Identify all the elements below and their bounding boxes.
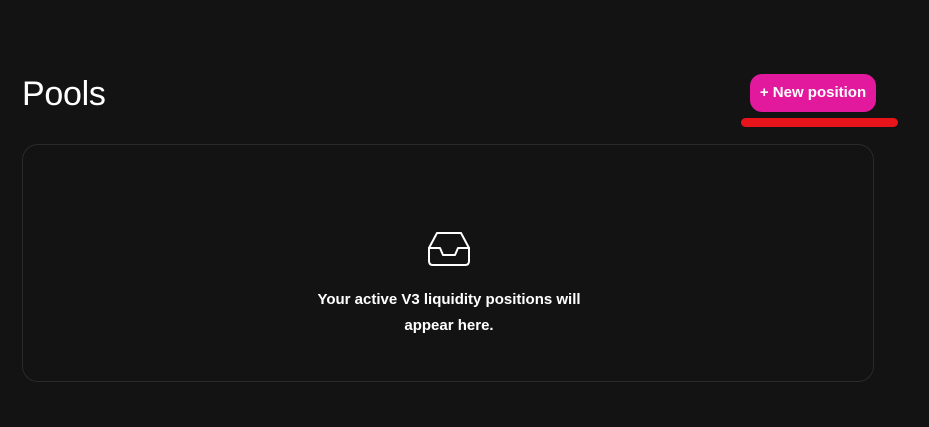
empty-positions-message: Your active V3 liquidity positions will … bbox=[317, 291, 581, 334]
pools-page: Pools + New position Your active V3 liqu… bbox=[0, 0, 929, 427]
page-title: Pools bbox=[22, 75, 106, 113]
annotation-underline bbox=[741, 118, 898, 127]
inbox-icon bbox=[428, 232, 470, 266]
new-position-button[interactable]: + New position bbox=[750, 74, 876, 112]
